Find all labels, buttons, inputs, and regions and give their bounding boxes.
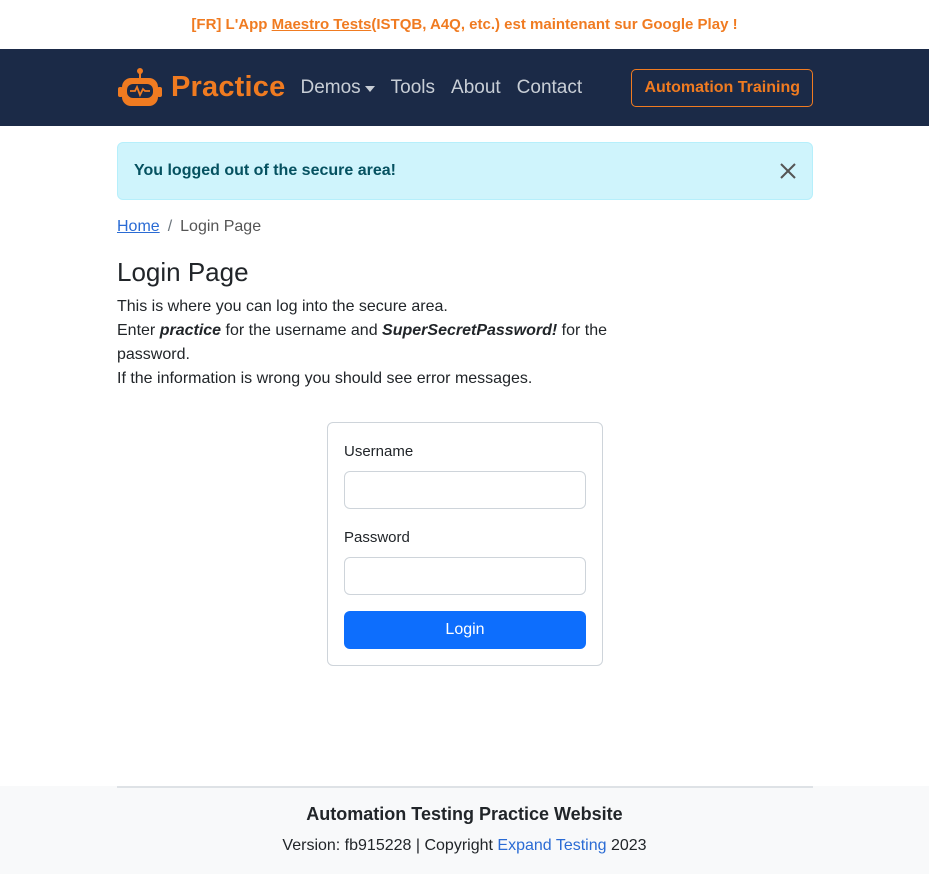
footer-title: Automation Testing Practice Website xyxy=(306,804,623,824)
breadcrumb-separator: / xyxy=(167,218,173,235)
brand-link[interactable]: Practice xyxy=(117,67,285,109)
username-label: Username xyxy=(344,443,414,460)
username-hint: practice xyxy=(159,322,222,339)
breadcrumb-current: Login Page xyxy=(180,218,262,235)
navbar: Practice Demos Tools About Contact Autom… xyxy=(0,49,929,126)
robot-logo-icon xyxy=(118,67,162,106)
nav-tools[interactable]: Tools xyxy=(391,77,435,99)
intro-line-2-prefix: Enter xyxy=(117,322,160,339)
caret-down-icon xyxy=(364,85,375,92)
footer-year: 2023 xyxy=(606,837,647,854)
nav-about[interactable]: About xyxy=(451,77,501,99)
expand-testing-link[interactable]: Expand Testing xyxy=(497,837,606,854)
footer: Automation Testing Practice Website Vers… xyxy=(0,786,929,874)
nav-demos-label: Demos xyxy=(300,76,361,98)
password-label: Password xyxy=(344,529,410,546)
banner-prefix: [FR] L'App xyxy=(191,16,268,33)
breadcrumb: Home / Login Page xyxy=(117,218,261,236)
footer-divider xyxy=(117,786,813,788)
promo-banner: [FR] L'App Maestro Tests (ISTQB, A4Q, et… xyxy=(0,0,929,49)
page-intro: This is where you can log into the secur… xyxy=(117,295,617,391)
intro-line-1: This is where you can log into the secur… xyxy=(117,298,448,315)
login-button[interactable]: Login xyxy=(344,611,586,649)
close-icon[interactable] xyxy=(778,161,798,181)
username-input[interactable] xyxy=(344,471,586,509)
password-hint: SuperSecretPassword! xyxy=(382,322,558,339)
alert-message: You logged out of the secure area! xyxy=(134,162,396,179)
login-form: Username Password Login xyxy=(327,422,603,666)
nav-contact[interactable]: Contact xyxy=(517,77,582,99)
logout-alert: You logged out of the secure area! xyxy=(117,142,813,200)
footer-copyright: Version: fb915228 | Copyright Expand Tes… xyxy=(0,837,929,855)
automation-training-button[interactable]: Automation Training xyxy=(631,68,813,107)
brand-name: Practice xyxy=(171,71,286,103)
intro-line-3: If the information is wrong you should s… xyxy=(117,370,533,387)
banner-suffix: (ISTQB, A4Q, etc.) est maintenant sur Go… xyxy=(371,16,738,33)
password-input[interactable] xyxy=(344,557,586,595)
breadcrumb-home[interactable]: Home xyxy=(117,218,160,236)
maestro-tests-link[interactable]: Maestro Tests xyxy=(272,16,372,33)
page-title: Login Page xyxy=(117,257,249,287)
intro-line-2-mid: for the username and xyxy=(221,322,383,339)
footer-version: Version: fb915228 | Copyright xyxy=(282,837,498,854)
nav-demos-dropdown[interactable]: Demos xyxy=(300,76,375,99)
